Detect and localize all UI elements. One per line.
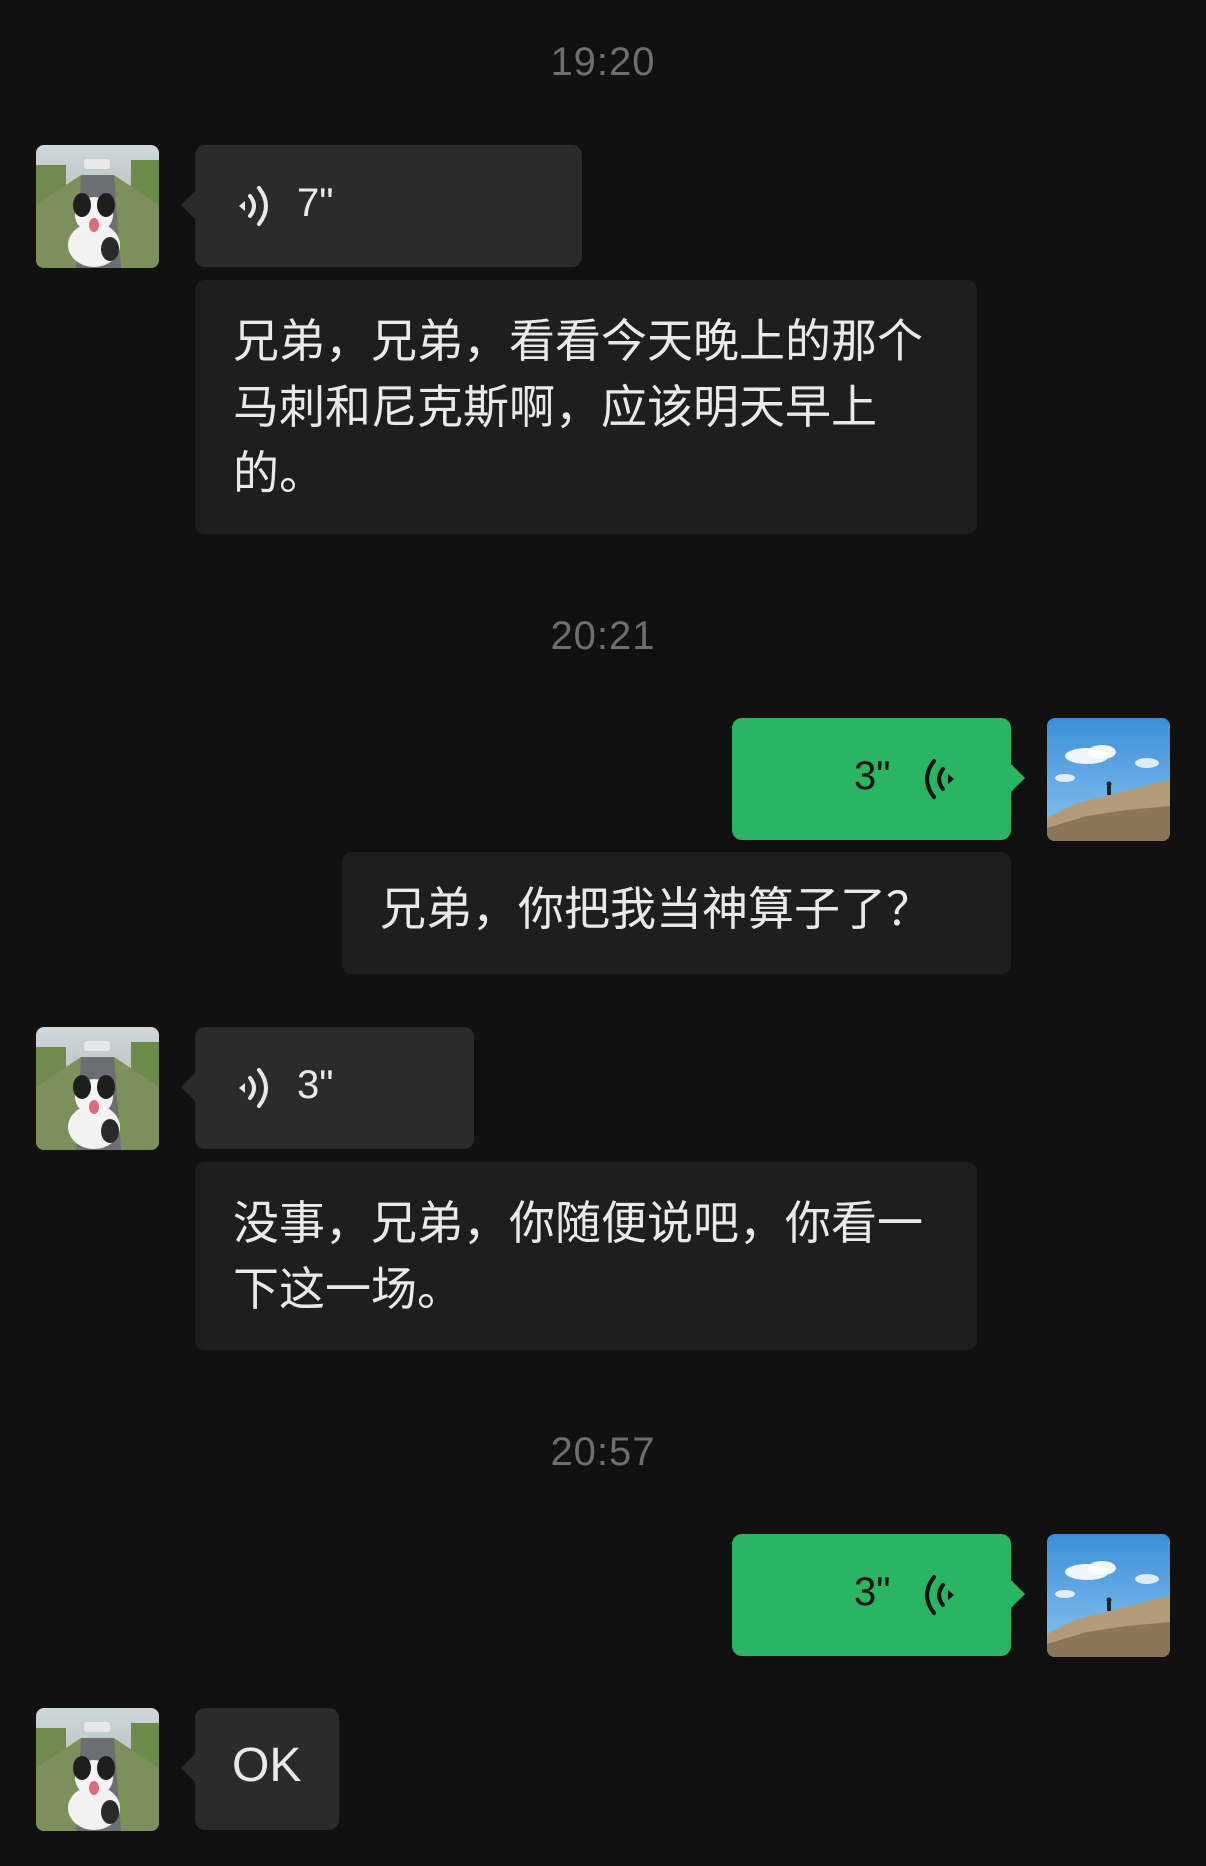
timestamp: 20:21 <box>550 614 656 658</box>
voice-duration: 3" <box>297 1063 334 1107</box>
dog-avatar-icon <box>36 1708 159 1831</box>
message-text: 兄弟，你把我当神算子了？ <box>380 882 932 936</box>
mountain-sky-avatar-icon <box>1047 718 1170 841</box>
message-text: 没事，兄弟，你随便说吧，你看一下这一场。 <box>233 1196 923 1316</box>
my-avatar[interactable] <box>1047 718 1170 841</box>
text-message-bubble[interactable]: OK <box>181 1708 339 1830</box>
text-message-bubble[interactable]: 兄弟，兄弟，看看今天晚上的那个马刺和尼克斯啊，应该明天早上的。 <box>195 280 977 534</box>
dog-avatar-icon <box>36 1027 159 1150</box>
message-text: 兄弟，兄弟，看看今天晚上的那个马刺和尼克斯啊，应该明天早上的。 <box>233 314 923 500</box>
message-text: OK <box>232 1739 302 1792</box>
voice-duration: 3" <box>854 754 891 798</box>
sound-wave-icon <box>231 1063 277 1113</box>
contact-avatar[interactable] <box>36 1708 159 1831</box>
my-avatar[interactable] <box>1047 1534 1170 1657</box>
timestamp: 20:57 <box>550 1430 656 1474</box>
sound-wave-icon <box>916 1570 962 1620</box>
voice-message-bubble[interactable]: 3" <box>732 718 1025 840</box>
text-message-bubble[interactable]: 兄弟，你把我当神算子了？ <box>342 852 1011 974</box>
voice-duration: 3" <box>854 1570 891 1614</box>
voice-duration: 7" <box>297 181 334 225</box>
voice-message-bubble[interactable]: 3" <box>181 1027 474 1149</box>
contact-avatar[interactable] <box>36 1027 159 1150</box>
contact-avatar[interactable] <box>36 145 159 268</box>
mountain-sky-avatar-icon <box>1047 1534 1170 1657</box>
voice-message-bubble[interactable]: 7" <box>181 145 582 267</box>
text-message-bubble[interactable]: 没事，兄弟，你随便说吧，你看一下这一场。 <box>195 1162 977 1350</box>
timestamp: 19:20 <box>550 40 656 84</box>
sound-wave-icon <box>916 754 962 804</box>
dog-avatar-icon <box>36 145 159 268</box>
sound-wave-icon <box>231 181 277 231</box>
voice-message-bubble[interactable]: 3" <box>732 1534 1025 1656</box>
